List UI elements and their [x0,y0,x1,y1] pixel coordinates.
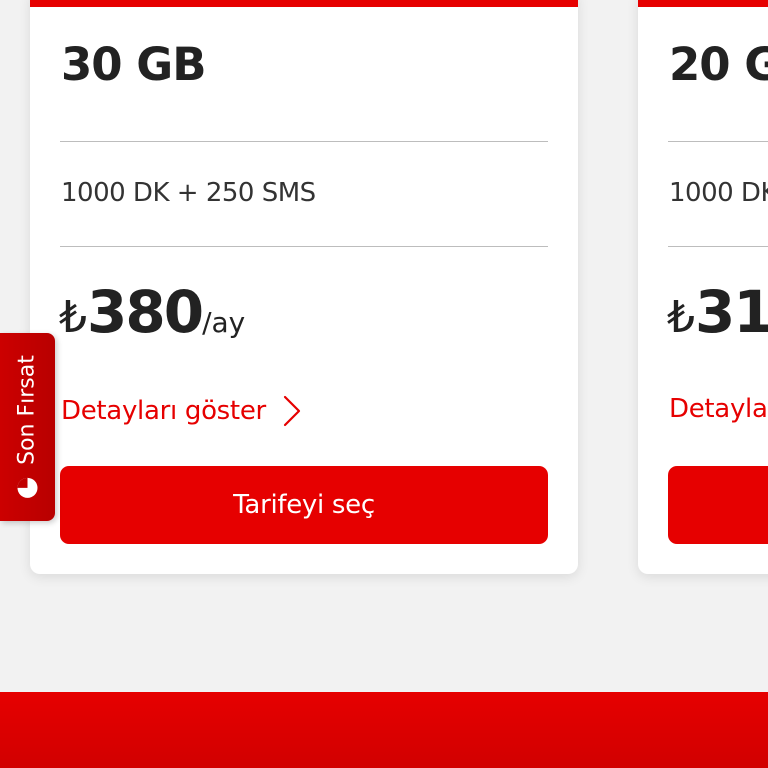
last-chance-side-tab[interactable]: Son Fırsat [0,333,55,521]
select-plan-button[interactable] [668,466,768,544]
divider [668,246,768,247]
divider [668,141,768,142]
plan-data-amount: 20 G [669,38,768,91]
plan-minutes-sms: 1000 DK + 250 SMS [61,178,316,208]
page-viewport: 30 GB 1000 DK + 250 SMS ₺380/ay Detaylar… [0,0,768,768]
side-tab-content: Son Fırsat [15,355,40,499]
price-period: /ay [202,306,246,339]
plan-card: 30 GB 1000 DK + 250 SMS ₺380/ay Detaylar… [30,0,578,574]
card-accent-bar [638,0,768,7]
chevron-right-icon [283,395,301,427]
select-plan-button[interactable]: Tarifeyi seç [60,466,548,544]
show-details-label: Detaylar [669,394,768,424]
divider [60,246,548,247]
show-details-link[interactable]: Detaylar [669,394,768,424]
price-amount: 31 [695,278,768,346]
plan-data-amount: 30 GB [61,38,207,91]
plan-price: ₺31 [667,278,768,346]
show-details-label: Detayları göster [61,396,266,426]
plan-card: 20 G 1000 DK ₺31 Detaylar [638,0,768,574]
bottom-promo-banner [0,692,768,768]
plan-price: ₺380/ay [59,278,245,346]
clock-icon [17,477,37,498]
show-details-link[interactable]: Detayları göster [61,394,302,428]
card-accent-bar [30,0,578,7]
plan-minutes-sms: 1000 DK [669,178,768,208]
price-currency: ₺ [59,292,87,343]
side-tab-label: Son Fırsat [14,355,40,465]
price-currency: ₺ [667,292,695,343]
divider [60,141,548,142]
price-amount: 380 [87,278,204,346]
